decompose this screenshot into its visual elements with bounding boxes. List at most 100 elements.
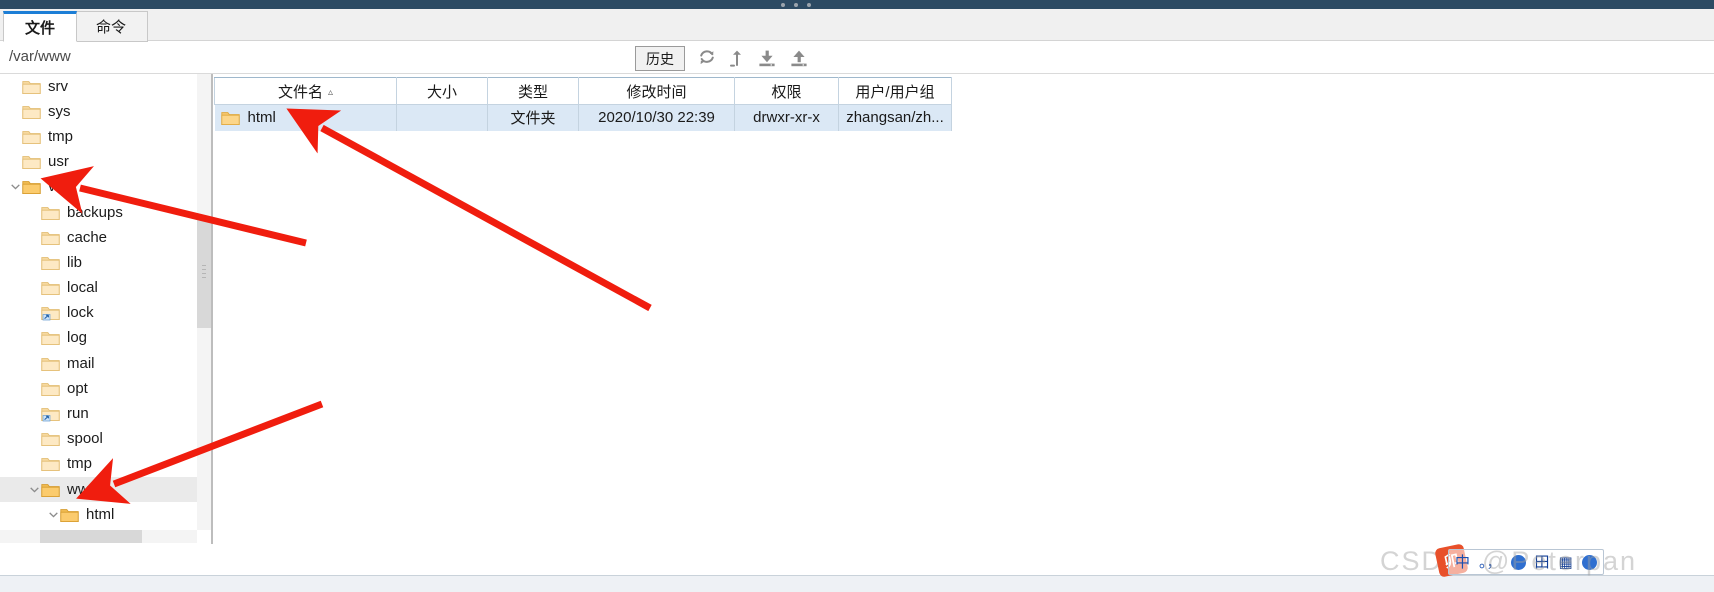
folder-icon (41, 205, 60, 221)
column-header-size[interactable]: 大小 (396, 77, 488, 105)
cell-file-size (396, 104, 488, 131)
tree-item-mail[interactable]: mail (0, 351, 197, 376)
file-manager-window: 文件 命令 /var/www 历史 srv sys tmp usr var ba… (0, 0, 1714, 592)
tree-vertical-scrollbar-thumb[interactable] (197, 218, 211, 328)
tree-item-label: tmp (48, 127, 74, 145)
tree-item-label: tmp (67, 455, 93, 473)
tree-chevron-placeholder (27, 376, 41, 401)
tree-item-lib[interactable]: lib (0, 250, 197, 275)
tree-item-run[interactable]: run (0, 401, 197, 426)
tree-item-usr[interactable]: usr (0, 150, 197, 175)
tree-item-lock[interactable]: lock (0, 301, 197, 326)
tree-item-html[interactable]: html (0, 502, 197, 527)
folder-icon (220, 110, 240, 126)
tree-item-label: opt (67, 379, 88, 397)
cell-file-name[interactable]: html (214, 104, 397, 131)
column-header-type-label: 类型 (517, 83, 548, 101)
tree-item-label: www (67, 480, 100, 498)
tree-item-label: lib (67, 253, 83, 271)
tree-item-label: spool (67, 430, 103, 448)
tree-chevron-placeholder (27, 326, 41, 351)
column-header-permissions-label: 权限 (771, 83, 802, 101)
cell-file-type: 文件夹 (487, 104, 579, 131)
tree-chevron-placeholder (8, 124, 22, 149)
csdn-watermark-handle: @Peterpan (1482, 546, 1637, 577)
tree-item-www[interactable]: www (0, 477, 197, 503)
tree-item-sys[interactable]: sys (0, 99, 197, 124)
column-header-type[interactable]: 类型 (487, 77, 579, 105)
table-row[interactable]: html 文件夹 2020/10/30 22:39 drwxr-xr-x zha… (214, 104, 952, 131)
folder-icon (22, 79, 41, 95)
tree-item-label: usr (48, 153, 69, 171)
tree-item-backups[interactable]: backups (0, 200, 197, 225)
tree-chevron-placeholder (8, 150, 22, 175)
tree-chevron-placeholder (27, 351, 41, 376)
chevron-down-icon[interactable] (46, 502, 60, 527)
column-header-mtime-label: 修改时间 (626, 83, 687, 101)
history-button[interactable]: 历史 (635, 46, 685, 71)
drag-dot (807, 3, 811, 7)
tab-files[interactable]: 文件 (3, 11, 77, 42)
tree-item-spool[interactable]: spool (0, 427, 197, 452)
folder-icon (41, 456, 60, 472)
drag-dot (794, 3, 798, 7)
ime-mode-chinese[interactable]: 中 (1455, 555, 1470, 570)
cell-file-mtime: 2020/10/30 22:39 (578, 104, 735, 131)
tab-command[interactable]: 命令 (74, 11, 148, 42)
folder-icon (41, 255, 60, 271)
chevron-down-icon[interactable] (27, 477, 41, 502)
tree-chevron-placeholder (8, 74, 22, 99)
tree-item-local[interactable]: local (0, 276, 197, 301)
folder-icon (60, 507, 79, 523)
table-header-row: 文件名 ▵ 大小 类型 修改时间 权限 用户/用户组 (214, 77, 952, 105)
directory-tree[interactable]: srv sys tmp usr var backups cache lib local lock l… (0, 74, 197, 530)
tab-strip: 文件 命令 (0, 9, 1714, 42)
folder-icon (22, 179, 41, 195)
column-header-permissions[interactable]: 权限 (734, 77, 839, 105)
folder-icon (41, 280, 60, 296)
toolbar-icons (697, 45, 809, 71)
folder-icon (22, 154, 41, 170)
sort-asc-icon: ▵ (327, 86, 334, 98)
refresh-icon[interactable] (697, 48, 717, 68)
tree-item-tmp[interactable]: tmp (0, 124, 197, 149)
tree-chevron-placeholder (27, 225, 41, 250)
current-path[interactable]: /var/www (9, 48, 71, 65)
column-header-owner-label: 用户/用户组 (855, 83, 935, 101)
pane-splitter[interactable] (211, 74, 213, 544)
tree-item-label: mail (67, 354, 95, 372)
tree-item-var[interactable]: var (0, 175, 197, 200)
tab-command-label: 命令 (95, 19, 126, 36)
upload-arrow-icon[interactable] (729, 48, 745, 68)
download-icon[interactable] (757, 48, 777, 68)
bottom-strip (0, 575, 1714, 592)
chevron-down-icon[interactable] (8, 175, 22, 200)
file-list-pane: 文件名 ▵ 大小 类型 修改时间 权限 用户/用户组 html 文件夹 2020… (214, 77, 1710, 532)
csdn-watermark-handle-text: @Peterpan (1482, 546, 1637, 576)
tree-chevron-placeholder (8, 99, 22, 124)
tree-item-label: cache (67, 228, 108, 246)
tree-item-label: lock (67, 304, 94, 322)
tree-horizontal-scrollbar-thumb[interactable] (40, 530, 142, 543)
folder-icon (41, 230, 60, 246)
column-header-name[interactable]: 文件名 ▵ (214, 77, 397, 105)
tree-item-label: html (86, 505, 115, 523)
column-header-mtime[interactable]: 修改时间 (578, 77, 735, 105)
folder-icon (41, 381, 60, 397)
drag-handle[interactable] (781, 2, 811, 8)
column-header-owner[interactable]: 用户/用户组 (838, 77, 952, 105)
drag-dot (781, 3, 785, 7)
tree-item-tmp[interactable]: tmp (0, 452, 197, 477)
tree-item-label: sys (48, 102, 71, 120)
tree-item-cache[interactable]: cache (0, 225, 197, 250)
folder-shortcut-icon (41, 305, 60, 321)
tree-item-log[interactable]: log (0, 326, 197, 351)
tree-item-label: local (67, 279, 98, 297)
tree-item-label: log (67, 329, 88, 347)
folder-icon (41, 356, 60, 372)
tree-item-srv[interactable]: srv (0, 74, 197, 99)
tree-item-label: backups (67, 203, 123, 221)
path-toolbar: /var/www 历史 (0, 41, 1714, 74)
tree-item-opt[interactable]: opt (0, 376, 197, 401)
upload-icon[interactable] (789, 48, 809, 68)
